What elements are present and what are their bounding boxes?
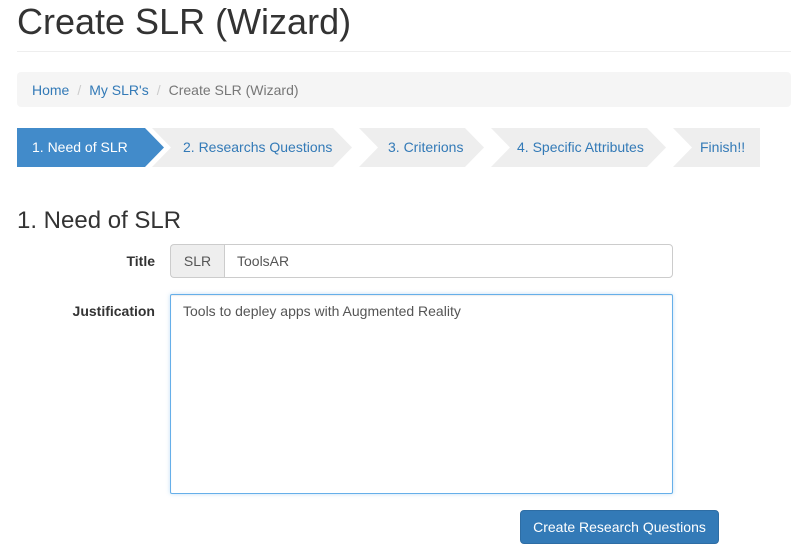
title-addon: SLR xyxy=(170,244,224,278)
breadcrumb: Home / My SLR's / Create SLR (Wizard) xyxy=(17,72,791,107)
wizard-step-1[interactable]: 1. Need of SLR xyxy=(32,128,128,167)
breadcrumb-separator: / xyxy=(156,81,161,98)
title-label: Title xyxy=(126,253,155,269)
title-input-group: SLR xyxy=(170,244,673,278)
wizard-step-4[interactable]: 4. Specific Attributes xyxy=(517,128,644,167)
breadcrumb-my-slrs-link[interactable]: My SLR's xyxy=(89,82,148,98)
breadcrumb-separator: / xyxy=(77,81,82,98)
wizard-step-5[interactable]: Finish!! xyxy=(700,128,745,167)
create-research-questions-button[interactable]: Create Research Questions xyxy=(520,510,719,544)
justification-textarea[interactable]: Tools to depley apps with Augmented Real… xyxy=(170,294,673,494)
breadcrumb-home-link[interactable]: Home xyxy=(32,82,69,98)
justification-label: Justification xyxy=(72,303,155,319)
wizard-steps: 1. Need of SLR 2. Researchs Questions 3.… xyxy=(17,128,760,167)
page-title: Create SLR (Wizard) xyxy=(17,1,352,42)
title-input[interactable] xyxy=(224,244,673,278)
section-heading: 1. Need of SLR xyxy=(17,207,182,234)
wizard-step-3[interactable]: 3. Criterions xyxy=(388,128,463,167)
title-divider xyxy=(17,51,791,52)
wizard-step-2[interactable]: 2. Researchs Questions xyxy=(183,128,332,167)
breadcrumb-current: Create SLR (Wizard) xyxy=(168,81,299,98)
